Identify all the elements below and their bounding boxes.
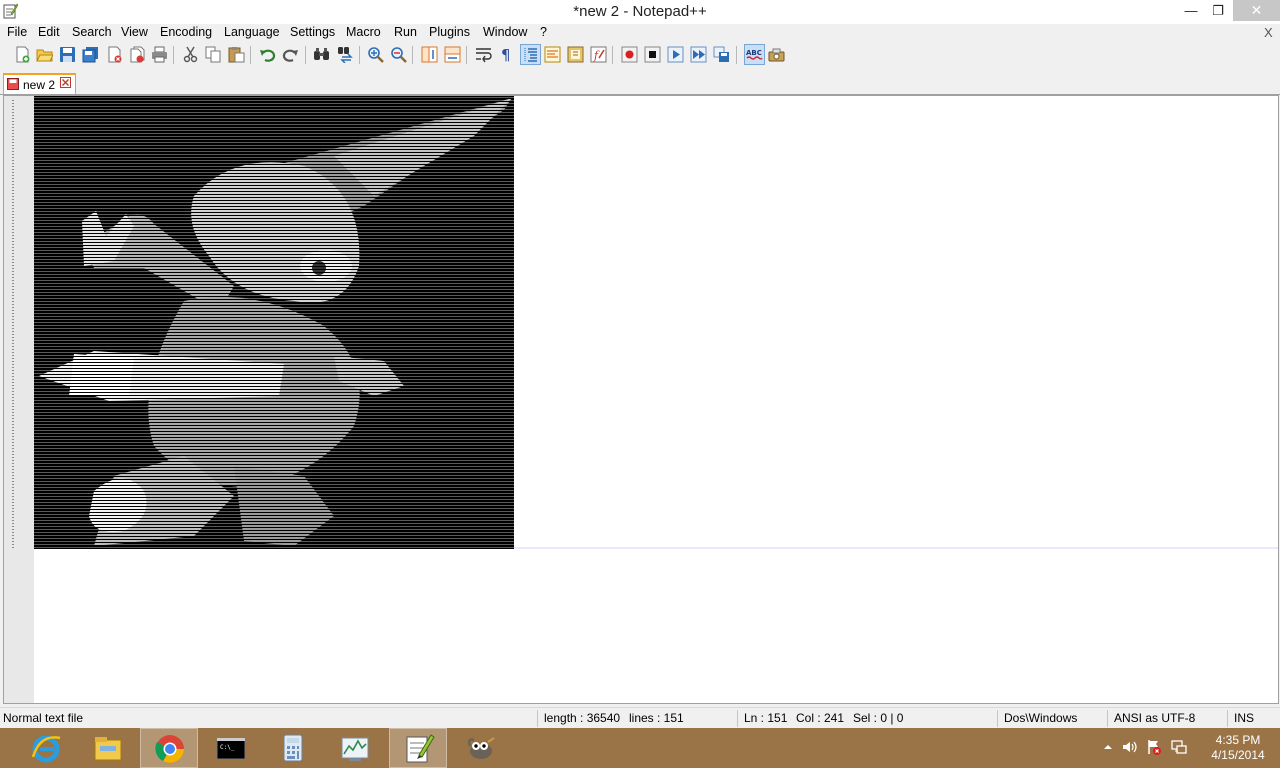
zoom-in-icon[interactable]: [367, 46, 384, 63]
cut-icon[interactable]: [182, 46, 199, 63]
taskbar-calculator[interactable]: [264, 728, 322, 768]
fold-margin: [12, 100, 14, 550]
save-icon[interactable]: [59, 46, 76, 63]
gimp-icon: [467, 737, 495, 759]
menu-search[interactable]: Search: [72, 25, 112, 39]
resource-monitor-icon: [341, 737, 369, 761]
tab-close-icon[interactable]: [60, 77, 71, 88]
maximize-button[interactable]: ❐: [1203, 0, 1233, 21]
stop-macro-icon[interactable]: [644, 46, 661, 63]
new-file-icon[interactable]: [14, 46, 31, 63]
menu-encoding[interactable]: Encoding: [160, 25, 212, 39]
status-column: Col : 241: [796, 711, 845, 725]
menu-settings[interactable]: Settings: [290, 25, 335, 39]
menu-file[interactable]: File: [7, 25, 27, 39]
internet-explorer-icon: [31, 735, 61, 763]
show-hidden-icons-icon[interactable]: [1100, 739, 1116, 755]
status-bar: Normal text file length : 36540 lines : …: [0, 707, 1280, 729]
command-prompt-icon: C:\_: [216, 737, 246, 760]
sync-vertical-icon[interactable]: [421, 46, 438, 63]
taskbar-gimp[interactable]: [451, 728, 509, 768]
window-title: *new 2 - Notepad++: [573, 3, 707, 20]
zoom-out-icon[interactable]: [390, 46, 407, 63]
clock-date: 4/15/2014: [1211, 748, 1265, 762]
word-wrap-icon[interactable]: [475, 46, 492, 63]
print-icon[interactable]: [151, 46, 168, 63]
undo-icon[interactable]: [259, 46, 276, 63]
clock-time: 4:35 PM: [1215, 733, 1261, 747]
sync-horizontal-icon[interactable]: [444, 46, 461, 63]
system-clock[interactable]: 4:35 PM 4/15/2014: [1198, 733, 1278, 763]
status-line-number: Ln : 151: [744, 711, 788, 725]
status-length: length : 36540: [544, 711, 621, 725]
unsaved-document-icon: [7, 78, 19, 90]
chrome-icon: [155, 735, 184, 763]
doc-map-icon[interactable]: [567, 46, 584, 63]
menu-macro[interactable]: Macro: [346, 25, 381, 39]
menu-plugins[interactable]: Plugins: [429, 25, 470, 39]
taskbar-command-prompt[interactable]: C:\_: [202, 728, 260, 768]
menu-language[interactable]: Language: [224, 25, 280, 39]
menu-run[interactable]: Run: [394, 25, 417, 39]
svg-text:¶: ¶: [501, 46, 511, 63]
spell-check-icon[interactable]: ABC: [744, 44, 765, 65]
status-lines: lines : 151: [629, 711, 684, 725]
menu-view[interactable]: View: [121, 25, 148, 39]
play-macro-icon[interactable]: [667, 46, 684, 63]
network-icon[interactable]: [1171, 739, 1187, 755]
minimize-button[interactable]: —: [1176, 0, 1206, 21]
save-macro-icon[interactable]: [713, 46, 730, 63]
copy-icon[interactable]: [205, 46, 222, 63]
find-icon[interactable]: [313, 46, 330, 63]
toolbar: ¶ f ABC: [0, 42, 1280, 68]
svg-text:C:\_: C:\_: [220, 744, 235, 751]
tab-bar: new 2: [0, 70, 1280, 95]
close-icon[interactable]: [106, 46, 123, 63]
taskbar-chrome[interactable]: [140, 728, 198, 768]
show-all-chars-icon[interactable]: ¶: [498, 46, 515, 63]
taskbar: C:\_ 4:35 PM 4/15/2014: [0, 728, 1280, 768]
svg-text:ABC: ABC: [746, 49, 762, 57]
close-document-button[interactable]: X: [1264, 25, 1273, 40]
function-list-icon[interactable]: f: [590, 46, 607, 63]
current-line-highlight: [514, 547, 1278, 549]
play-multiple-macro-icon[interactable]: [690, 46, 707, 63]
line-margin[interactable]: [4, 96, 34, 703]
menu-edit[interactable]: Edit: [38, 25, 60, 39]
plugin-icon[interactable]: [768, 46, 785, 63]
menu-help[interactable]: ?: [540, 25, 547, 39]
status-insert-mode[interactable]: INS: [1234, 711, 1254, 725]
save-all-icon[interactable]: [82, 46, 99, 63]
menu-bar: File Edit Search View Encoding Language …: [0, 24, 1280, 42]
status-eol[interactable]: Dos\Windows: [1004, 711, 1077, 725]
close-window-button[interactable]: ✕: [1233, 0, 1280, 21]
action-center-icon[interactable]: [1146, 739, 1162, 755]
tab-label: new 2: [23, 78, 56, 92]
paste-icon[interactable]: [228, 46, 245, 63]
taskbar-internet-explorer[interactable]: [17, 728, 75, 768]
user-language-icon[interactable]: [544, 46, 561, 63]
calculator-icon: [283, 734, 303, 762]
replace-icon[interactable]: [337, 46, 354, 63]
taskbar-resource-monitor[interactable]: [326, 728, 384, 768]
close-all-icon[interactable]: [129, 46, 146, 63]
redo-icon[interactable]: [282, 46, 299, 63]
status-file-type: Normal text file: [3, 711, 84, 725]
volume-icon[interactable]: [1121, 739, 1137, 755]
taskbar-notepad-plus-plus[interactable]: [389, 728, 447, 768]
tab-new-2[interactable]: new 2: [3, 73, 76, 94]
status-selection: Sel : 0 | 0: [853, 711, 904, 725]
status-encoding[interactable]: ANSI as UTF-8: [1114, 711, 1195, 725]
notepad-plus-plus-icon: [406, 734, 435, 763]
taskbar-file-explorer[interactable]: [79, 728, 137, 768]
ascii-art-text[interactable]: [34, 96, 514, 549]
editor-pane[interactable]: [3, 95, 1279, 704]
record-macro-icon[interactable]: [621, 46, 638, 63]
indent-guide-icon[interactable]: [520, 44, 541, 65]
file-explorer-icon: [94, 737, 122, 761]
title-bar: *new 2 - Notepad++ — ❐ ✕: [0, 0, 1280, 25]
open-file-icon[interactable]: [36, 46, 53, 63]
menu-window[interactable]: Window: [483, 25, 527, 39]
